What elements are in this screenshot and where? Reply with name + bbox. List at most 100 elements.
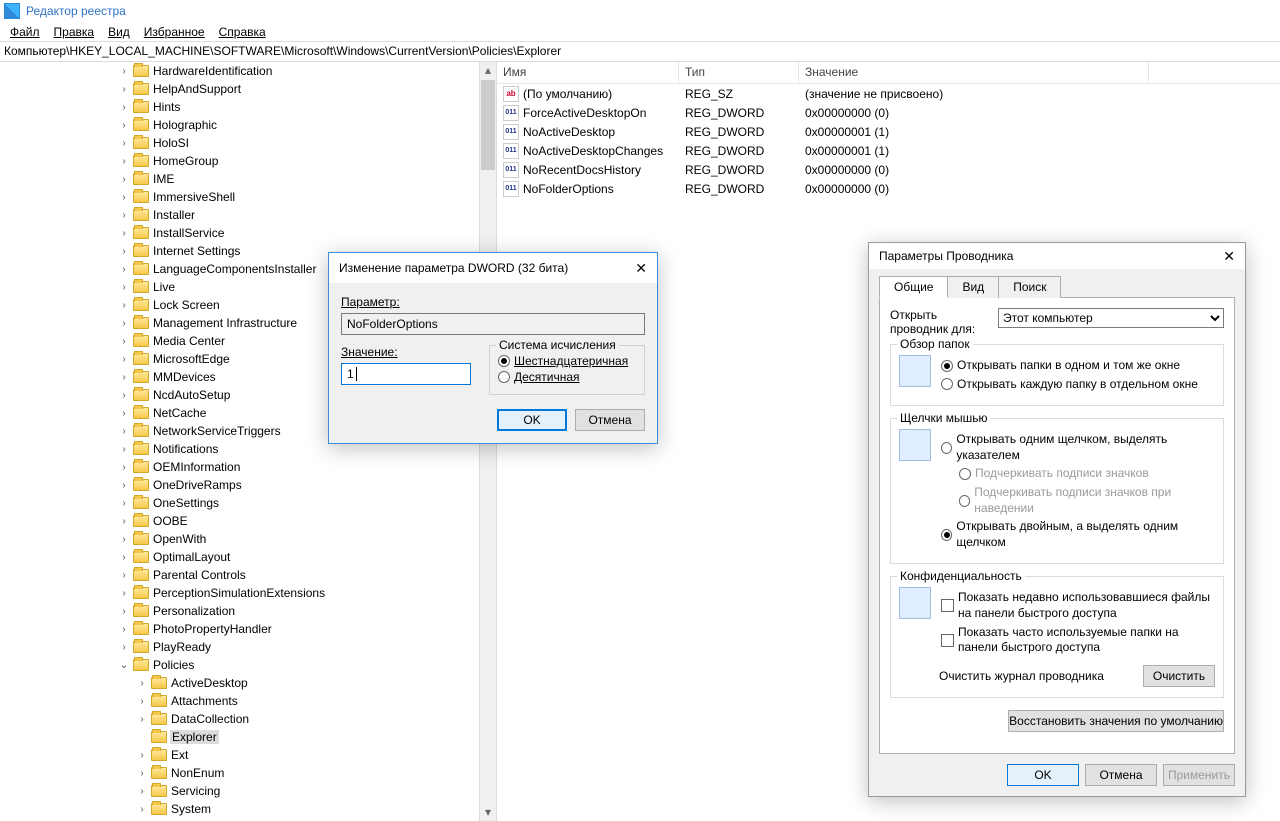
radio-hex[interactable] — [498, 355, 510, 367]
tree-item[interactable]: Explorer — [0, 728, 479, 746]
restore-defaults-button[interactable]: Восстановить значения по умолчанию — [1008, 710, 1224, 732]
tree-item[interactable]: OEMInformation — [0, 458, 479, 476]
close-icon[interactable]: ✕ — [635, 260, 647, 277]
list-row[interactable]: NoFolderOptionsREG_DWORD0x00000000 (0) — [497, 179, 1280, 198]
chevron-icon[interactable] — [118, 210, 130, 221]
tree-item[interactable]: Parental Controls — [0, 566, 479, 584]
chevron-icon[interactable] — [136, 678, 148, 689]
chevron-icon[interactable] — [118, 156, 130, 167]
scroll-up-icon[interactable]: ▴ — [480, 62, 496, 79]
cancel-button[interactable]: Отмена — [575, 409, 645, 431]
radio-new-window[interactable] — [941, 378, 953, 390]
chevron-icon[interactable] — [118, 354, 130, 365]
chevron-icon[interactable] — [118, 462, 130, 473]
tree-item[interactable]: Holographic — [0, 116, 479, 134]
chevron-icon[interactable] — [118, 498, 130, 509]
chevron-icon[interactable] — [118, 336, 130, 347]
chevron-icon[interactable] — [118, 84, 130, 95]
radio-same-window[interactable] — [941, 360, 953, 372]
col-name[interactable]: Имя — [497, 62, 679, 83]
chevron-icon[interactable] — [118, 372, 130, 383]
menu-favorites[interactable]: Избранное — [144, 25, 205, 39]
menu-file[interactable]: Файл — [10, 25, 40, 39]
ok-button[interactable]: OK — [1007, 764, 1079, 786]
chevron-icon[interactable] — [118, 660, 130, 671]
tree-item[interactable]: DataCollection — [0, 710, 479, 728]
tree-item[interactable]: Policies — [0, 656, 479, 674]
tree-item[interactable]: OneSettings — [0, 494, 479, 512]
chevron-icon[interactable] — [118, 516, 130, 527]
scroll-thumb[interactable] — [481, 80, 495, 170]
chevron-icon[interactable] — [136, 786, 148, 797]
list-row[interactable]: (По умолчанию)REG_SZ(значение не присвое… — [497, 84, 1280, 103]
tree-item[interactable]: Servicing — [0, 782, 479, 800]
tree-item[interactable]: NonEnum — [0, 764, 479, 782]
tree-item[interactable]: PhotoPropertyHandler — [0, 620, 479, 638]
tree-item[interactable]: HelpAndSupport — [0, 80, 479, 98]
check-frequent-folders[interactable] — [941, 634, 954, 647]
open-explorer-select[interactable]: Этот компьютер — [998, 308, 1224, 328]
chevron-icon[interactable] — [118, 570, 130, 581]
chevron-icon[interactable] — [118, 480, 130, 491]
tab-view[interactable]: Вид — [947, 276, 999, 298]
tree-item[interactable]: PerceptionSimulationExtensions — [0, 584, 479, 602]
clear-button[interactable]: Очистить — [1143, 665, 1215, 687]
chevron-icon[interactable] — [118, 66, 130, 77]
value-field[interactable]: 1 — [341, 363, 471, 385]
cancel-button[interactable]: Отмена — [1085, 764, 1157, 786]
chevron-icon[interactable] — [118, 606, 130, 617]
chevron-icon[interactable] — [118, 138, 130, 149]
tree-item[interactable]: Installer — [0, 206, 479, 224]
chevron-icon[interactable] — [118, 300, 130, 311]
radio-dec[interactable] — [498, 371, 510, 383]
tree-item[interactable]: OOBE — [0, 512, 479, 530]
tree-item[interactable]: System — [0, 800, 479, 818]
chevron-icon[interactable] — [136, 750, 148, 761]
scroll-down-icon[interactable]: ▾ — [480, 804, 496, 821]
tab-search[interactable]: Поиск — [998, 276, 1061, 298]
chevron-icon[interactable] — [118, 444, 130, 455]
radio-double-click[interactable] — [941, 529, 952, 541]
col-type[interactable]: Тип — [679, 62, 799, 83]
chevron-icon[interactable] — [118, 192, 130, 203]
tree-item[interactable]: Hints — [0, 98, 479, 116]
tree-item[interactable]: OpenWith — [0, 530, 479, 548]
chevron-icon[interactable] — [118, 588, 130, 599]
tree-item[interactable]: IME — [0, 170, 479, 188]
radio-single-click[interactable] — [941, 442, 952, 454]
check-recent-files[interactable] — [941, 599, 954, 612]
chevron-icon[interactable] — [118, 318, 130, 329]
chevron-icon[interactable] — [118, 264, 130, 275]
chevron-icon[interactable] — [118, 246, 130, 257]
menu-edit[interactable]: Правка — [54, 25, 95, 39]
chevron-icon[interactable] — [118, 390, 130, 401]
tree-item[interactable]: OptimalLayout — [0, 548, 479, 566]
ok-button[interactable]: OK — [497, 409, 567, 431]
chevron-icon[interactable] — [118, 408, 130, 419]
col-value[interactable]: Значение — [799, 62, 1149, 83]
tree-item[interactable]: HardwareIdentification — [0, 62, 479, 80]
chevron-icon[interactable] — [136, 696, 148, 707]
chevron-icon[interactable] — [118, 642, 130, 653]
tree-item[interactable]: InstallService — [0, 224, 479, 242]
chevron-icon[interactable] — [118, 120, 130, 131]
chevron-icon[interactable] — [118, 228, 130, 239]
chevron-icon[interactable] — [118, 426, 130, 437]
chevron-icon[interactable] — [136, 768, 148, 779]
chevron-icon[interactable] — [118, 174, 130, 185]
chevron-icon[interactable] — [118, 552, 130, 563]
list-row[interactable]: NoRecentDocsHistoryREG_DWORD0x00000000 (… — [497, 160, 1280, 179]
address-bar[interactable]: Компьютер\HKEY_LOCAL_MACHINE\SOFTWARE\Mi… — [0, 42, 1280, 62]
chevron-icon[interactable] — [118, 534, 130, 545]
tree-item[interactable]: HomeGroup — [0, 152, 479, 170]
tree-item[interactable]: PlayReady — [0, 638, 479, 656]
list-row[interactable]: ForceActiveDesktopOnREG_DWORD0x00000000 … — [497, 103, 1280, 122]
chevron-icon[interactable] — [118, 624, 130, 635]
tree-item[interactable]: Ext — [0, 746, 479, 764]
tree-item[interactable]: Attachments — [0, 692, 479, 710]
menu-help[interactable]: Справка — [219, 25, 266, 39]
tree-item[interactable]: OneDriveRamps — [0, 476, 479, 494]
chevron-icon[interactable] — [118, 102, 130, 113]
chevron-icon[interactable] — [136, 804, 148, 815]
tree-item[interactable]: Personalization — [0, 602, 479, 620]
